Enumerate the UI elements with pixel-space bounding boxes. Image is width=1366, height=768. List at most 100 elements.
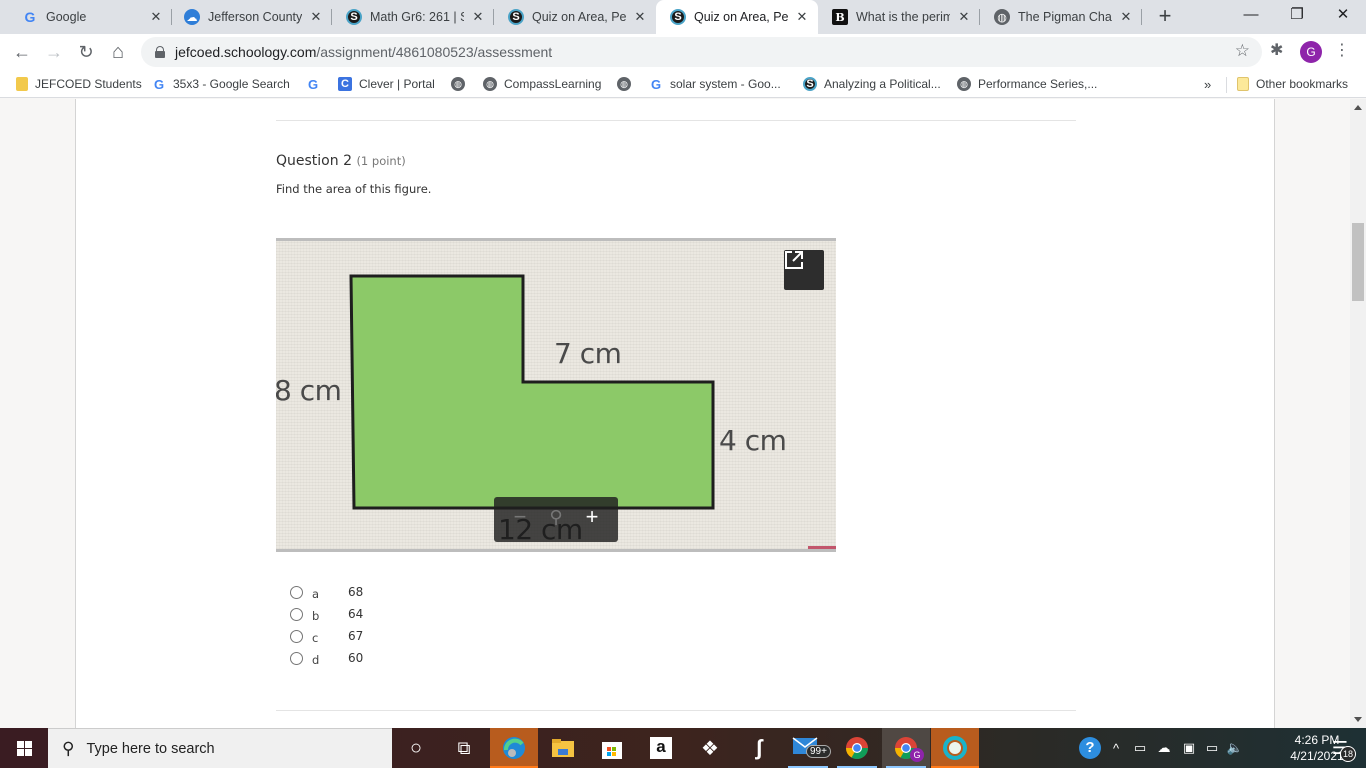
dropbox-icon: ❖ (701, 737, 719, 760)
radio-b[interactable] (290, 607, 303, 621)
close-tab-icon[interactable]: ✕ (794, 9, 810, 25)
page-scrollbar[interactable] (1350, 99, 1366, 728)
scrollbar-thumb[interactable] (1352, 223, 1364, 301)
minimize-button[interactable]: — (1228, 0, 1274, 32)
start-button[interactable] (0, 728, 48, 768)
schoology-icon: S (508, 9, 524, 25)
tab-title: Quiz on Area, Peri (532, 10, 626, 24)
browser-menu-icon[interactable]: ⋮ (1332, 40, 1352, 62)
question-points: (1 point) (356, 154, 406, 168)
close-tab-icon[interactable]: ✕ (632, 9, 648, 25)
answer-choices: a 68 b 64 c 67 d 60 (290, 581, 363, 669)
reload-button[interactable]: ↻ (72, 38, 100, 66)
store-taskbar-icon[interactable] (588, 728, 636, 768)
bookmark-globe-2[interactable]: ◍ (617, 75, 638, 93)
close-tab-icon[interactable]: ✕ (1118, 9, 1134, 25)
home-button[interactable]: ⌂ (104, 38, 132, 66)
profile-avatar[interactable]: G (1300, 41, 1322, 63)
open-in-new-button[interactable] (784, 250, 824, 290)
radio-d[interactable] (290, 651, 303, 665)
browser-toolbar: ← → ↻ ⌂ jefcoed.schoology.com/assignment… (0, 34, 1366, 70)
new-tab-button[interactable]: + (1153, 4, 1177, 30)
edge-taskbar-icon[interactable] (490, 728, 538, 768)
choice-a[interactable]: a 68 (290, 581, 363, 603)
choice-value: 68 (348, 585, 364, 599)
close-tab-icon[interactable]: ✕ (308, 9, 324, 25)
radio-a[interactable] (290, 585, 303, 599)
chrome-icon (846, 737, 868, 759)
search-placeholder: Type here to search (86, 740, 215, 757)
back-button[interactable]: ← (8, 38, 36, 66)
task-view-button[interactable]: ⧉ (440, 728, 488, 768)
tab-quiz-area-active[interactable]: S Quiz on Area, Peri ✕ (656, 0, 818, 34)
question-figure[interactable]: 7 cm 8 cm 4 cm 12 cm − ⚲ + (276, 238, 836, 552)
zoom-reset-icon[interactable]: ⚲ (544, 506, 568, 528)
zoom-out-button[interactable]: − (508, 505, 532, 528)
tab-google[interactable]: G Google ✕ (8, 0, 172, 34)
edge-icon (503, 737, 525, 759)
close-tab-icon[interactable]: ✕ (148, 9, 164, 25)
bookmark-label: CompassLearning (504, 77, 602, 91)
bookmark-jefcoed-students[interactable]: JEFCOED Students (16, 75, 142, 93)
chrome-taskbar-icon-2[interactable]: G (882, 728, 930, 768)
bookmark-globe-1[interactable]: ◍ (451, 75, 472, 93)
tab-jefferson-county[interactable]: ☁ Jefferson County ✕ (170, 0, 332, 34)
tab-math-gr6[interactable]: S Math Gr6: 261 | Sc ✕ (332, 0, 494, 34)
bookmark-compasslearning[interactable]: ◍ CompassLearning (483, 75, 601, 93)
dropbox-taskbar-icon[interactable]: ❖ (686, 728, 734, 768)
network-icon[interactable]: ▣ (1178, 728, 1200, 768)
address-bar[interactable]: jefcoed.schoology.com/assignment/4861080… (141, 37, 1262, 67)
tab-title: What is the perime (856, 10, 950, 24)
radio-c[interactable] (290, 629, 303, 643)
tab-pigman[interactable]: ◍ The Pigman Chapt ✕ (980, 0, 1142, 34)
scroll-down-arrow-icon[interactable] (1354, 717, 1362, 722)
amazon-taskbar-icon[interactable]: a (637, 728, 685, 768)
mail-taskbar-icon[interactable]: 99+ (784, 728, 832, 768)
onedrive-icon[interactable]: ☁ (1153, 728, 1175, 768)
chrome-taskbar-icon-1[interactable] (833, 728, 881, 768)
close-tab-icon[interactable]: ✕ (470, 9, 486, 25)
scroll-up-arrow-icon[interactable] (1354, 105, 1362, 110)
maximize-button[interactable]: ❐ (1274, 0, 1320, 32)
tab-quiz-area-1[interactable]: S Quiz on Area, Peri ✕ (494, 0, 656, 34)
bookmark-solar-system[interactable]: G solar system - Goo... (649, 75, 781, 93)
bookmark-analyzing-political[interactable]: S Analyzing a Political... (803, 75, 941, 93)
battery-icon[interactable]: ▭ (1202, 728, 1222, 768)
bookmark-google[interactable]: G (306, 75, 327, 93)
cortana-button[interactable]: ○ (392, 728, 440, 768)
bookmarks-overflow-button[interactable]: » (1204, 75, 1211, 93)
close-tab-icon[interactable]: ✕ (956, 9, 972, 25)
zoom-in-button[interactable]: + (580, 505, 604, 528)
tab-title: Google (46, 10, 87, 24)
choice-c[interactable]: c 67 (290, 625, 363, 647)
file-explorer-taskbar-icon[interactable] (539, 728, 587, 768)
tab-separator (1141, 9, 1142, 25)
globe-icon: ◍ (994, 9, 1010, 25)
bookmark-performance-series[interactable]: ◍ Performance Series,... (957, 75, 1097, 93)
volume-icon[interactable]: 🔈 (1224, 728, 1246, 768)
choice-value: 64 (348, 607, 364, 621)
taskbar-search-box[interactable]: ⚲ Type here to search (48, 728, 392, 768)
bookmarks-divider (1226, 77, 1227, 93)
app-circle-taskbar-icon[interactable] (931, 728, 979, 768)
forward-button[interactable]: → (40, 38, 68, 66)
bookmark-clever-portal[interactable]: C Clever | Portal (338, 75, 435, 93)
other-bookmarks[interactable]: Other bookmarks (1237, 75, 1348, 93)
extensions-icon[interactable]: ✱ (1270, 40, 1283, 60)
lightning-s-icon: ʃ (755, 735, 763, 760)
question-heading: Question 2 (1 point) (276, 153, 406, 169)
tab-what-is-perimeter[interactable]: B What is the perime ✕ (818, 0, 980, 34)
app-s-taskbar-icon[interactable]: ʃ (735, 728, 783, 768)
bookmark-35x3-search[interactable]: G 35x3 - Google Search (152, 75, 290, 93)
help-tray-icon[interactable]: ? (1076, 728, 1104, 768)
choice-d[interactable]: d 60 (290, 647, 363, 669)
chrome-profile-badge: G (910, 748, 924, 762)
choice-b[interactable]: b 64 (290, 603, 363, 625)
label-4cm: 4 cm (719, 424, 787, 457)
circle-app-icon (943, 736, 967, 760)
close-window-button[interactable]: ✕ (1320, 0, 1366, 32)
bookmark-star-icon[interactable]: ☆ (1235, 41, 1250, 61)
notification-center-button[interactable]: ☰ 18 (1320, 728, 1360, 768)
show-hidden-icons-button[interactable]: ^ (1106, 728, 1126, 768)
meet-now-icon[interactable]: ▭ (1130, 728, 1150, 768)
